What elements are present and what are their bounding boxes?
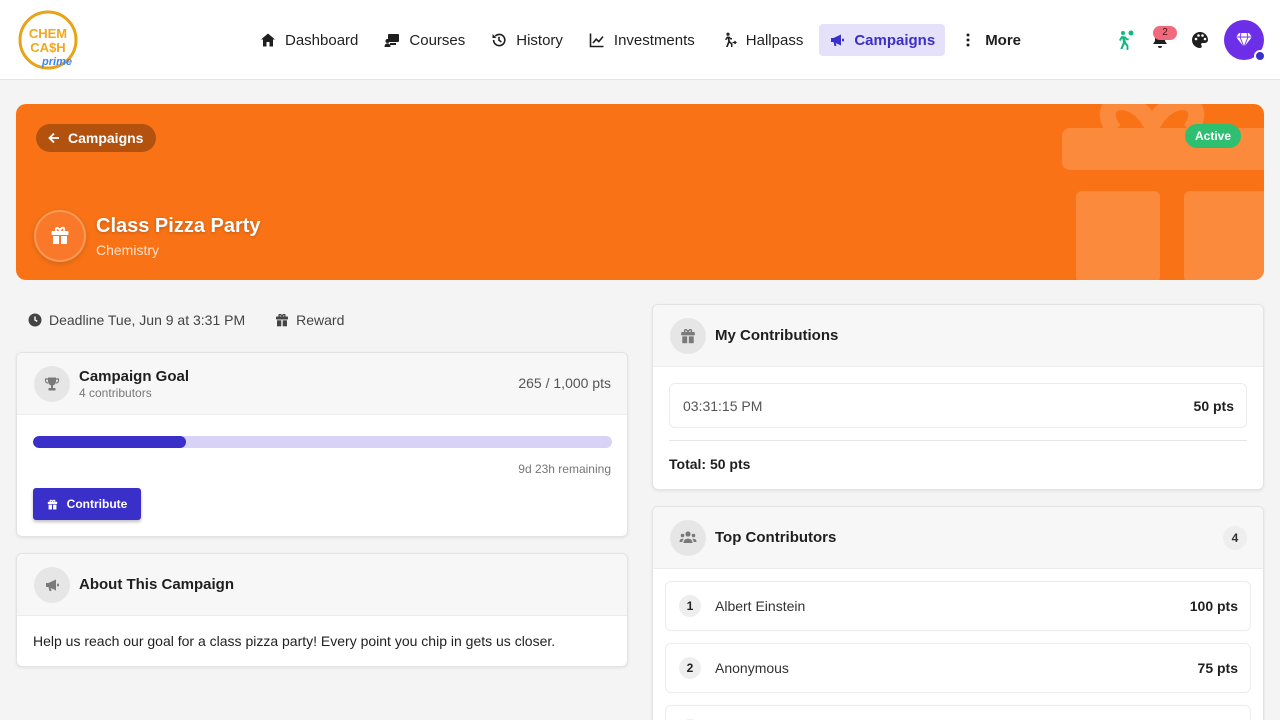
back-button-label: Campaigns — [68, 130, 144, 146]
walking-person-icon — [724, 32, 737, 47]
contributors-count: 4 contributors — [79, 386, 152, 400]
campaign-deadline: Deadline Tue, Jun 9 at 3:31 PM — [49, 312, 246, 328]
nav-label-history: History — [516, 31, 563, 49]
top-contributors-title: Top Contributors — [715, 529, 837, 546]
my-contributions-icon-circle — [670, 318, 706, 354]
main-nav: Dashboard Courses History Investments Ha… — [250, 24, 1037, 56]
contributor-points: 75 pts — [1197, 660, 1238, 676]
nav-label-courses: Courses — [409, 31, 466, 49]
my-contributions-title: My Contributions — [715, 327, 839, 344]
contribute-button[interactable]: Contribute — [33, 488, 141, 520]
arrow-left-icon — [48, 132, 59, 144]
chart-line-icon — [589, 33, 604, 48]
hallpass-status-icon[interactable] — [1114, 30, 1134, 50]
nav-label-hallpass: Hallpass — [745, 31, 804, 49]
campaign-status-badge: Active — [1185, 124, 1242, 148]
about-campaign-text: Help us reach our goal for a class pizza… — [33, 633, 556, 649]
top-contributors-count: 4 — [1223, 526, 1247, 550]
nav-label-investments: Investments — [613, 31, 695, 49]
palette-icon[interactable] — [1190, 30, 1210, 50]
contribution-entry: 03:31:15 PM 50 pts — [669, 383, 1247, 428]
about-megaphone-icon — [46, 579, 59, 591]
history-icon — [492, 33, 506, 47]
contributor-name: Albert Einstein — [715, 598, 806, 614]
campaign-banner: Campaigns Active Class Pizza Party Chemi… — [16, 104, 1264, 280]
goal-progress-fill — [33, 436, 187, 448]
notification-badge: 2 — [1153, 26, 1177, 40]
campaign-icon-circle — [34, 210, 86, 262]
nav-item-hallpass[interactable]: Hallpass — [711, 24, 814, 56]
trophy-icon — [44, 377, 60, 391]
campaign-title: Class Pizza Party — [96, 215, 261, 237]
megaphone-icon — [831, 34, 845, 46]
nav-item-investments[interactable]: Investments — [579, 24, 705, 56]
chem-cash-logo[interactable]: CHEM CA$H prime — [18, 10, 80, 70]
top-contributors-icon-circle — [670, 520, 706, 556]
campaign-reward-label: Reward — [296, 312, 345, 328]
logo-text-bottom: CA$H — [30, 40, 65, 55]
contributor-rank: 2 — [679, 657, 701, 679]
campaign-subject: Chemistry — [96, 242, 160, 258]
top-navigation-bar: CHEM CA$H prime Dashboard Courses Histor… — [0, 0, 1280, 80]
contributor-name: Anonymous — [715, 660, 789, 676]
online-status-dot — [1254, 50, 1266, 62]
nav-label-dashboard: Dashboard — [285, 31, 359, 49]
top-contributors-header: Top Contributors 4 — [653, 507, 1263, 569]
goal-progress-bar — [33, 436, 612, 448]
trophy-icon-circle — [34, 366, 70, 402]
logo-text-top: CHEM — [29, 26, 67, 41]
reward-gift-icon — [276, 313, 289, 327]
contribute-button-label: Contribute — [66, 497, 128, 511]
back-to-campaigns-button[interactable]: Campaigns — [36, 124, 157, 152]
my-contributions-header: My Contributions — [653, 305, 1263, 367]
contributions-total: Total: 50 pts — [669, 456, 751, 472]
campaign-goal-header: Campaign Goal 4 contributors 265 / 1,000… — [17, 353, 627, 415]
about-campaign-header: About This Campaign — [17, 554, 627, 616]
campaign-goal-title: Campaign Goal — [79, 368, 190, 385]
nav-item-dashboard[interactable]: Dashboard — [250, 24, 368, 56]
more-vertical-icon — [966, 33, 970, 47]
campaign-goal-card: Campaign Goal 4 contributors 265 / 1,000… — [16, 352, 628, 537]
contribute-gift-icon — [47, 499, 57, 509]
about-megaphone-icon-circle — [34, 567, 70, 603]
contributor-row: 1 Albert Einstein 100 pts — [665, 581, 1251, 631]
campaign-meta: Deadline Tue, Jun 9 at 3:31 PM Reward — [28, 311, 344, 329]
contribution-time: 03:31:15 PM — [683, 398, 763, 414]
diamond-icon — [1236, 32, 1252, 49]
my-contributions-gift-icon — [681, 329, 695, 344]
nav-item-courses[interactable]: Courses — [374, 24, 475, 56]
users-icon — [679, 531, 697, 543]
nav-label-campaigns: Campaigns — [854, 31, 936, 49]
contributor-points: 100 pts — [1189, 598, 1238, 614]
top-contributors-card: Top Contributors 4 1 Albert Einstein 100… — [652, 506, 1264, 720]
contributor-row: 3 — [665, 705, 1251, 720]
home-icon — [261, 33, 275, 47]
time-remaining: 9d 23h remaining — [518, 462, 611, 476]
nav-label-more: More — [985, 31, 1022, 49]
gift-icon — [51, 226, 69, 244]
nav-item-campaigns[interactable]: Campaigns — [819, 24, 946, 56]
goal-amount: 265 / 1,000 pts — [518, 375, 611, 391]
contributor-rank: 1 — [679, 595, 701, 617]
logo-text-tag: prime — [41, 56, 72, 68]
about-campaign-title: About This Campaign — [79, 576, 234, 593]
my-contributions-card: My Contributions 03:31:15 PM 50 pts Tota… — [652, 304, 1264, 490]
courses-icon — [384, 34, 400, 47]
clock-icon — [28, 313, 42, 327]
about-campaign-card: About This Campaign Help us reach our go… — [16, 553, 628, 667]
contributions-divider — [669, 440, 1247, 441]
contributor-row: 2 Anonymous 75 pts — [665, 643, 1251, 693]
nav-item-more[interactable]: More — [951, 24, 1031, 56]
nav-item-history[interactable]: History — [481, 24, 573, 56]
contribution-points: 50 pts — [1193, 398, 1234, 414]
